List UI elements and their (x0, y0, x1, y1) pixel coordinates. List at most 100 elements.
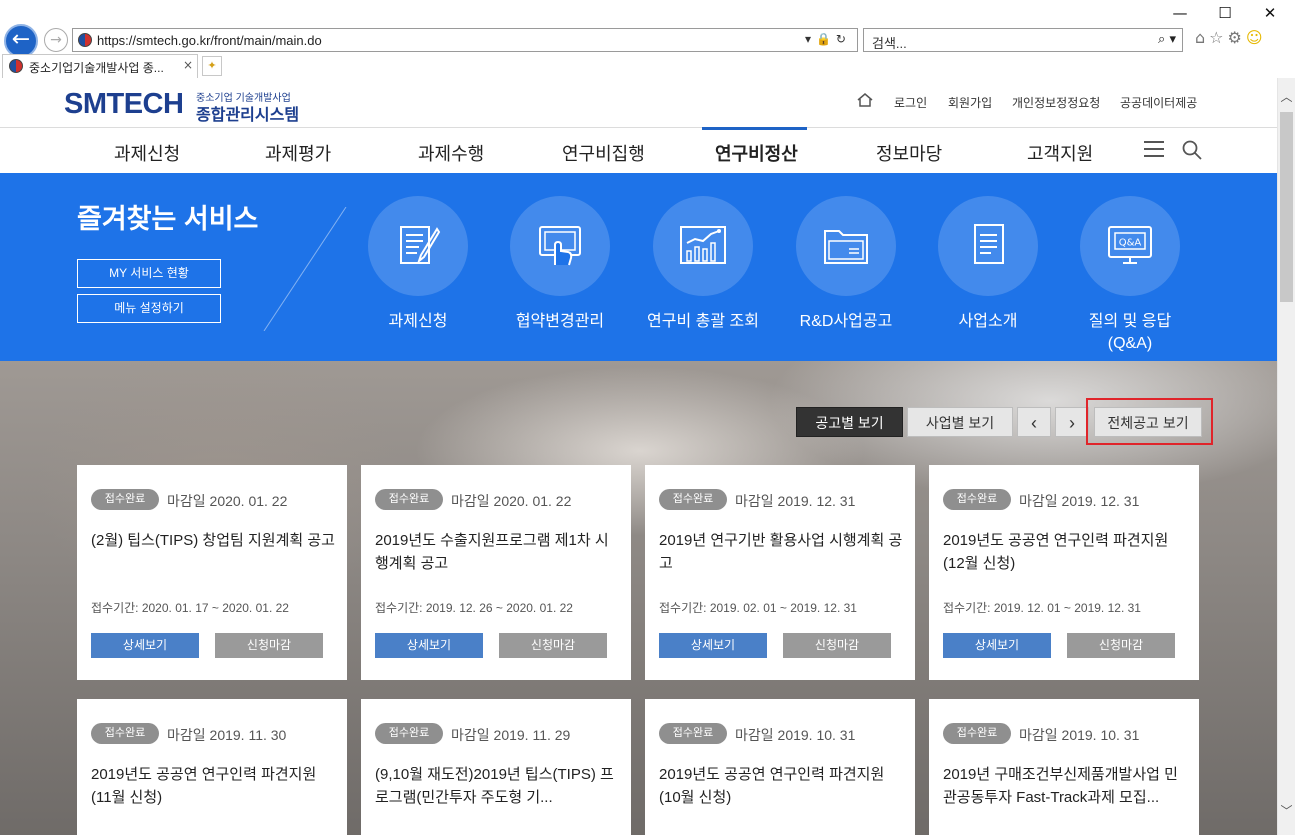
document-icon (938, 196, 1038, 296)
application-closed-button[interactable]: 신청마감 (215, 633, 323, 658)
announcement-card[interactable]: 접수완료 마감일 2020. 01. 22 2019년도 수출지원프로그램 제1… (361, 465, 631, 680)
announcement-card[interactable]: 접수완료 마감일 2019. 11. 29 (9,10월 재도전)2019년 팁… (361, 699, 631, 835)
detail-button[interactable]: 상세보기 (943, 633, 1051, 658)
announcement-card[interactable]: 접수완료 마감일 2019. 11. 30 2019년도 공공연 연구인력 파견… (77, 699, 347, 835)
announcement-card[interactable]: 접수완료 마감일 2019. 10. 31 2019년 구매조건부신제품개발사업… (929, 699, 1199, 835)
favorites-title: 즐겨찾는 서비스 (77, 204, 259, 234)
status-badge: 접수완료 (91, 723, 159, 744)
nav-item-fund-settlement[interactable]: 연구비정산 (715, 140, 798, 166)
maximize-button[interactable]: ☐ (1205, 2, 1245, 24)
deadline-text: 마감일 2019. 11. 30 (167, 727, 287, 743)
service-project-application[interactable]: 과제신청 (358, 196, 478, 356)
highlight-box (1086, 398, 1213, 445)
next-arrow-icon[interactable]: › (1055, 407, 1089, 437)
site-favicon-icon (78, 33, 92, 47)
application-period: 접수기간: 2019. 02. 01 ~ 2019. 12. 31 (659, 601, 857, 615)
arrow-left-icon: ← (11, 27, 31, 52)
browser-tab-active[interactable]: 중소기업기술개발사업 종... × (2, 54, 198, 78)
nav-item-project-evaluation[interactable]: 과제평가 (265, 140, 331, 166)
scroll-up-arrow-icon[interactable]: ︿ (1278, 88, 1295, 105)
card-title[interactable]: 2019년도 수출지원프로그램 제1차 시행계획 공고 (375, 529, 619, 575)
search-placeholder: 검색... (872, 36, 907, 51)
status-badge: 접수완료 (659, 489, 727, 510)
deadline-text: 마감일 2019. 12. 31 (735, 493, 856, 509)
service-label: 협약변경관리 (515, 313, 605, 330)
detail-button[interactable]: 상세보기 (375, 633, 483, 658)
my-service-status-button[interactable]: MY 서비스 현황 (77, 259, 221, 288)
page-scrollbar[interactable]: ︿ ﹀ (1277, 78, 1295, 835)
smiley-feedback-icon[interactable]: ☺ (1246, 28, 1267, 47)
search-icon[interactable] (1182, 140, 1202, 160)
card-title[interactable]: 2019년도 공공연 연구인력 파견지원(12월 신청) (943, 529, 1187, 575)
status-badge: 접수완료 (943, 489, 1011, 510)
service-fund-overview[interactable]: 연구비 총괄 조회 (643, 196, 763, 356)
deadline-text: 마감일 2019. 11. 29 (451, 727, 571, 743)
decorative-divider (263, 207, 347, 331)
card-title[interactable]: 2019년 연구기반 활용사업 시행계획 공고 (659, 529, 903, 575)
settings-gear-icon[interactable]: ⚙ (1228, 28, 1246, 47)
service-business-intro[interactable]: 사업소개 (928, 196, 1048, 356)
deadline-text: 마감일 2019. 12. 31 (1019, 493, 1140, 509)
service-qna[interactable]: Q&A 질의 및 응답 (Q&A) (1070, 196, 1190, 356)
announcement-card[interactable]: 접수완료 마감일 2019. 10. 31 2019년도 공공연 연구인력 파견… (645, 699, 915, 835)
card-title[interactable]: (9,10월 재도전)2019년 팁스(TIPS) 프로그램(민간투자 주도형 … (375, 763, 619, 809)
nav-item-project-execution[interactable]: 과제수행 (418, 140, 484, 166)
signup-link[interactable]: 회원가입 (948, 94, 992, 111)
service-agreement-change[interactable]: 협약변경관리 (500, 196, 620, 356)
forward-button[interactable]: → (44, 28, 68, 52)
toolbar-icons[interactable]: ⌂☆⚙☺ (1195, 28, 1267, 47)
home-icon[interactable]: ⌂ (1195, 28, 1209, 47)
status-badge: 접수완료 (659, 723, 727, 744)
login-link[interactable]: 로그인 (894, 94, 927, 111)
nav-active-indicator (702, 127, 807, 130)
detail-button[interactable]: 상세보기 (659, 633, 767, 658)
folder-icon (796, 196, 896, 296)
arrow-right-icon: → (50, 32, 62, 48)
announcement-card[interactable]: 접수완료 마감일 2019. 12. 31 2019년도 공공연 연구인력 파견… (929, 465, 1199, 680)
url-controls[interactable]: ▾🔒↻ (805, 32, 851, 46)
card-title[interactable]: 2019년도 공공연 연구인력 파견지원(11월 신청) (91, 763, 335, 809)
minimize-button[interactable]: — (1160, 2, 1200, 24)
nav-item-project-application[interactable]: 과제신청 (114, 140, 180, 166)
tab-title: 중소기업기술개발사업 종... (29, 61, 164, 75)
nav-item-fund-execution[interactable]: 연구비집행 (562, 140, 645, 166)
back-button[interactable]: ← (4, 24, 38, 58)
url-field[interactable]: https://smtech.go.kr/front/main/main.do … (72, 28, 858, 52)
tab-close-icon[interactable]: × (183, 58, 193, 72)
search-icon[interactable]: ⌕ ▾ (1158, 32, 1176, 47)
browser-search-input[interactable]: 검색... ⌕ ▾ (863, 28, 1183, 52)
prev-arrow-icon[interactable]: ‹ (1017, 407, 1051, 437)
menu-settings-button[interactable]: 메뉴 설정하기 (77, 294, 221, 323)
close-window-button[interactable]: ✕ (1250, 2, 1290, 24)
detail-button[interactable]: 상세보기 (91, 633, 199, 658)
new-tab-button[interactable]: ✦ (202, 56, 222, 76)
service-label: R&D사업공고 (799, 313, 893, 330)
document-edit-icon (368, 196, 468, 296)
main-navigation: 과제신청 과제평가 과제수행 연구비집행 연구비정산 정보마당 고객지원 (0, 127, 1277, 173)
nav-item-info[interactable]: 정보마당 (876, 140, 942, 166)
public-data-link[interactable]: 공공데이터제공 (1120, 94, 1197, 111)
scroll-thumb[interactable] (1280, 112, 1293, 302)
application-period: 접수기간: 2020. 01. 17 ~ 2020. 01. 22 (91, 601, 289, 615)
service-label: 질의 및 응답 (Q&A) (1088, 313, 1172, 352)
nav-item-support[interactable]: 고객지원 (1027, 140, 1093, 166)
card-title[interactable]: 2019년 구매조건부신제품개발사업 민관공동투자 Fast-Track과제 모… (943, 763, 1187, 809)
service-rnd-announcement[interactable]: R&D사업공고 (786, 196, 906, 356)
application-closed-button[interactable]: 신청마감 (499, 633, 607, 658)
window-titlebar: — ☐ ✕ (0, 0, 1295, 26)
application-closed-button[interactable]: 신청마감 (1067, 633, 1175, 658)
url-text: https://smtech.go.kr/front/main/main.do (97, 33, 322, 48)
announcement-card[interactable]: 접수완료 마감일 2019. 12. 31 2019년 연구기반 활용사업 시행… (645, 465, 915, 680)
view-by-notice-button[interactable]: 공고별 보기 (796, 407, 903, 437)
site-logo[interactable]: SMTECH 중소기업 기술개발사업 종합관리시스템 (64, 86, 364, 124)
privacy-correction-link[interactable]: 개인정보정정요청 (1012, 94, 1100, 111)
application-closed-button[interactable]: 신청마감 (783, 633, 891, 658)
favorites-star-icon[interactable]: ☆ (1209, 28, 1227, 47)
home-icon[interactable] (856, 92, 874, 108)
view-by-business-button[interactable]: 사업별 보기 (907, 407, 1013, 437)
scroll-down-arrow-icon[interactable]: ﹀ (1278, 802, 1295, 819)
card-title[interactable]: (2월) 팁스(TIPS) 창업팀 지원계획 공고 (91, 529, 335, 552)
card-title[interactable]: 2019년도 공공연 연구인력 파견지원(10월 신청) (659, 763, 903, 809)
announcement-card[interactable]: 접수완료 마감일 2020. 01. 22 (2월) 팁스(TIPS) 창업팀 … (77, 465, 347, 680)
hamburger-menu-icon[interactable] (1144, 141, 1164, 157)
